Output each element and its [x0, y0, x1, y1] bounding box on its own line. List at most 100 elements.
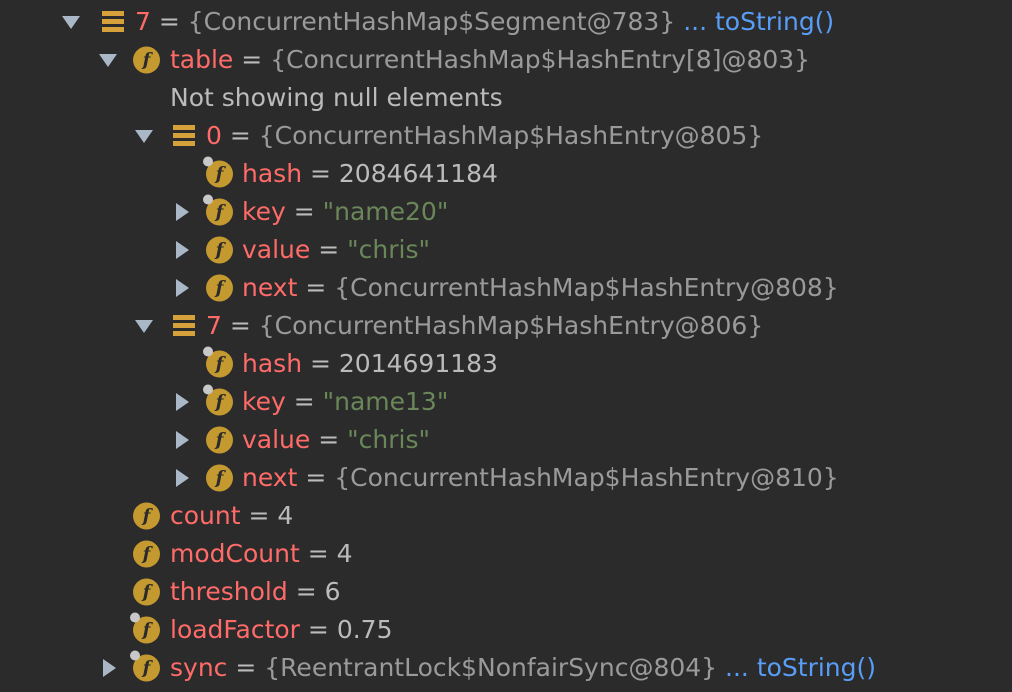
var-value: 4 [277, 501, 294, 530]
tree-row-entry-0[interactable]: 0 = {ConcurrentHashMap$HashEntry@805} [0, 117, 1012, 155]
var-value: "chris" [347, 425, 430, 454]
equals-sign: = [229, 121, 259, 150]
array-icon [102, 11, 124, 33]
collapse-arrow-icon[interactable] [172, 468, 192, 488]
tree-row-segment-7[interactable]: 7 = {ConcurrentHashMap$Segment@783} ... … [0, 3, 1012, 41]
var-name: sync [170, 653, 228, 682]
var-name: hash [242, 159, 303, 188]
equals-sign: = [293, 387, 323, 416]
field-icon: f [133, 540, 160, 568]
equals-sign: = [248, 501, 278, 530]
var-name: modCount [170, 539, 300, 568]
field-icon: f [206, 236, 233, 264]
equals-sign: = [310, 349, 339, 378]
field-icon: f [206, 274, 233, 302]
tree-row-value[interactable]: f value = "chris" [0, 231, 1012, 269]
tree-row-loadfactor[interactable]: f loadFactor = 0.75 [0, 611, 1012, 649]
tree-row-sync[interactable]: f sync = {ReentrantLock$NonfairSync@804}… [0, 649, 1012, 687]
equals-sign: = [158, 7, 188, 36]
final-field-icon: f [203, 194, 233, 226]
tostring-link[interactable]: ... toString() [725, 653, 876, 682]
var-name: 0 [206, 121, 222, 150]
tree-row-next[interactable]: f next = {ConcurrentHashMap$HashEntry@80… [0, 269, 1012, 307]
field-icon: f [206, 464, 233, 492]
expand-arrow-icon[interactable] [134, 126, 154, 146]
var-value: {ConcurrentHashMap$HashEntry@806} [258, 311, 764, 340]
expand-arrow-icon[interactable] [134, 316, 154, 336]
var-value: {ConcurrentHashMap$HashEntry@810} [334, 463, 839, 492]
field-icon: f [133, 578, 160, 606]
var-name: 7 [206, 311, 222, 340]
var-name: next [242, 463, 298, 492]
var-value: {ConcurrentHashMap$HashEntry@805} [258, 121, 764, 150]
var-value: 0.75 [336, 615, 393, 644]
var-name: value [242, 425, 311, 454]
tree-row-key[interactable]: f key = "name13" [0, 383, 1012, 421]
var-name: value [242, 235, 311, 264]
tree-row-value[interactable]: f value = "chris" [0, 421, 1012, 459]
tree-row-key[interactable]: f key = "name20" [0, 193, 1012, 231]
var-name: loadFactor [170, 615, 300, 644]
field-icon: f [133, 46, 160, 74]
var-value: "chris" [347, 235, 430, 264]
array-icon [173, 315, 195, 337]
collapse-arrow-icon[interactable] [172, 240, 192, 260]
expand-arrow-icon[interactable] [98, 50, 118, 70]
equals-sign: = [293, 197, 323, 226]
var-value: {ConcurrentHashMap$Segment@783} [187, 7, 676, 36]
variables-tree: 7 = {ConcurrentHashMap$Segment@783} ... … [0, 0, 1012, 692]
equals-sign: = [305, 273, 335, 302]
var-value: {ReentrantLock$NonfairSync@804} [264, 653, 718, 682]
tree-row-hash[interactable]: f hash = 2014691183 [0, 345, 1012, 383]
array-icon [173, 125, 195, 147]
var-value: 2084641184 [338, 159, 498, 188]
tree-row-modcount[interactable]: f modCount = 4 [0, 535, 1012, 573]
null-elements-message: Not showing null elements [170, 83, 503, 112]
var-value: {ConcurrentHashMap$HashEntry@808} [334, 273, 839, 302]
var-name: count [170, 501, 241, 530]
var-value: 4 [336, 539, 353, 568]
tree-row-entry-7[interactable]: 7 = {ConcurrentHashMap$HashEntry@806} [0, 307, 1012, 345]
final-field-icon: f [130, 650, 160, 682]
var-name: key [242, 387, 286, 416]
var-name: table [170, 45, 234, 74]
tree-row-next[interactable]: f next = {ConcurrentHashMap$HashEntry@81… [0, 459, 1012, 497]
equals-sign: = [241, 45, 271, 74]
var-name: 7 [135, 7, 151, 36]
final-field-icon: f [203, 156, 233, 188]
equals-sign: = [305, 463, 335, 492]
collapse-arrow-icon[interactable] [172, 392, 192, 412]
var-value: 6 [324, 577, 341, 606]
equals-sign: = [318, 235, 348, 264]
equals-sign: = [295, 577, 325, 606]
equals-sign: = [235, 653, 265, 682]
var-value: "name20" [322, 197, 449, 226]
equals-sign: = [229, 311, 259, 340]
tree-row-count[interactable]: f count = 4 [0, 497, 1012, 535]
tostring-link[interactable]: ... toString() [683, 7, 834, 36]
collapse-arrow-icon[interactable] [99, 658, 119, 678]
tree-row-table[interactable]: f table = {ConcurrentHashMap$HashEntry[8… [0, 41, 1012, 79]
collapse-arrow-icon[interactable] [172, 202, 192, 222]
field-icon: f [206, 426, 233, 454]
final-field-icon: f [130, 612, 160, 644]
var-name: next [242, 273, 298, 302]
var-value: 2014691183 [338, 349, 498, 378]
collapse-arrow-icon[interactable] [172, 278, 192, 298]
field-icon: f [133, 502, 160, 530]
var-value: "name13" [322, 387, 449, 416]
collapse-arrow-icon[interactable] [172, 430, 192, 450]
equals-sign: = [310, 159, 339, 188]
tree-row-threshold[interactable]: f threshold = 6 [0, 573, 1012, 611]
equals-sign: = [307, 615, 337, 644]
equals-sign: = [318, 425, 348, 454]
expand-arrow-icon[interactable] [61, 12, 81, 32]
tree-row-hash[interactable]: f hash = 2084641184 [0, 155, 1012, 193]
var-name: hash [242, 349, 303, 378]
var-name: key [242, 197, 286, 226]
equals-sign: = [307, 539, 337, 568]
var-value: {ConcurrentHashMap$HashEntry[8]@803} [270, 45, 811, 74]
final-field-icon: f [203, 384, 233, 416]
var-name: threshold [170, 577, 288, 606]
tree-row-null-message: Not showing null elements [0, 79, 1012, 117]
